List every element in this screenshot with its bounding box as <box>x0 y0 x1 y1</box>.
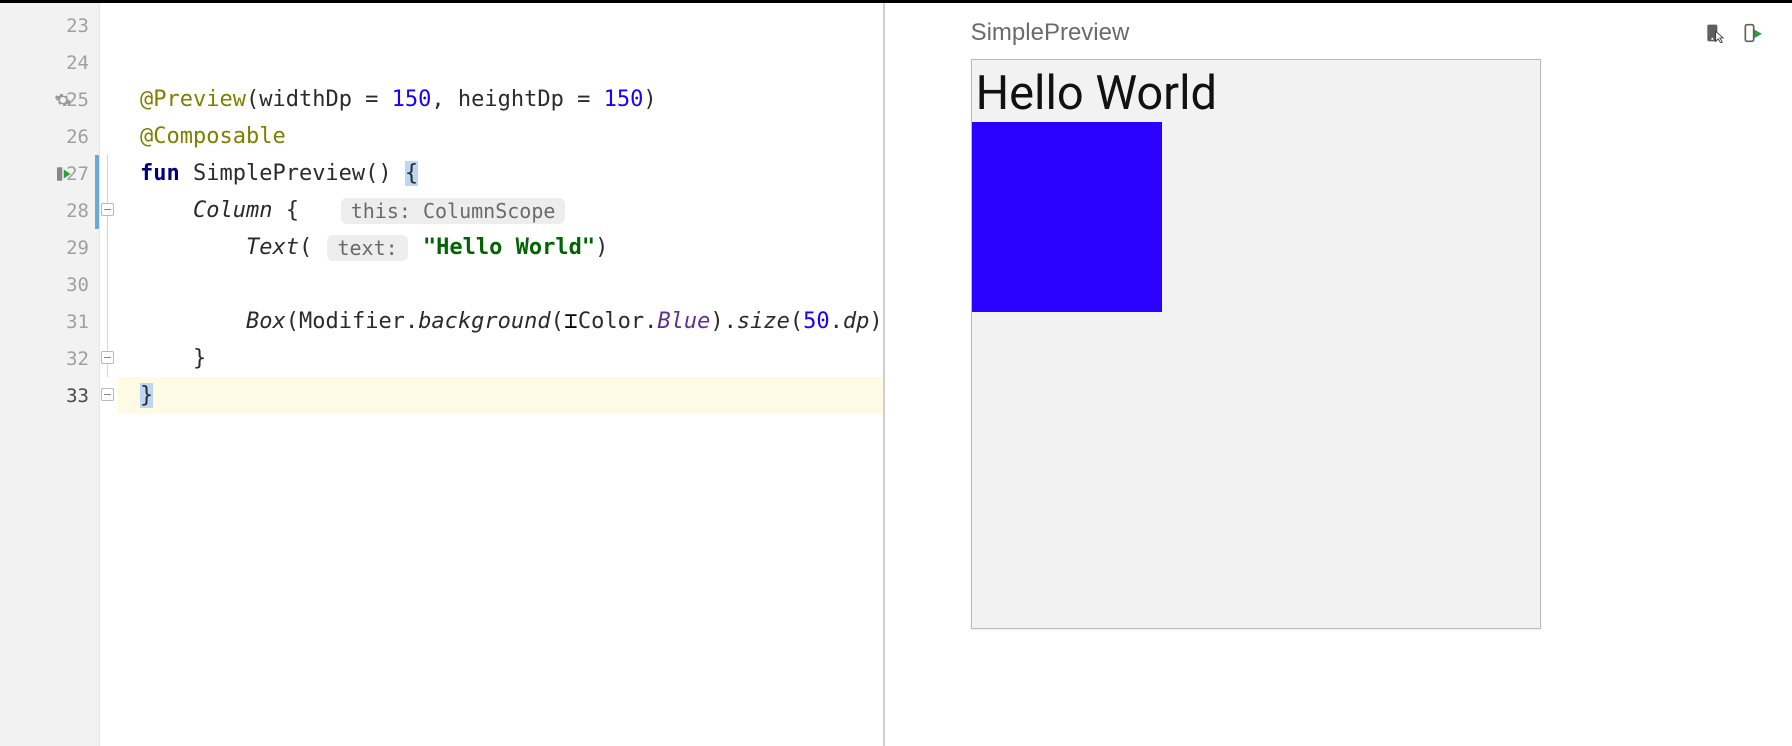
fold-handle-icon[interactable] <box>101 351 114 364</box>
line-number: 26 <box>66 126 89 148</box>
code-line: Text( text: "Hello World") <box>118 229 883 266</box>
preview-title: SimplePreview <box>971 19 1688 47</box>
code-editor-pane[interactable]: 23 24 25 26 27 28 29 30 31 32 33 <box>0 3 883 746</box>
interactive-preview-icon[interactable] <box>1702 21 1726 45</box>
preview-canvas[interactable]: Hello World <box>971 59 1541 629</box>
line-number: 29 <box>66 237 89 259</box>
code-line <box>118 44 883 81</box>
code-line: fun SimplePreview() { <box>118 155 883 192</box>
matched-brace: } <box>140 383 153 408</box>
fold-column <box>100 3 118 746</box>
line-number: 31 <box>66 311 89 333</box>
code-line: @Composable <box>118 118 883 155</box>
code-line <box>118 7 883 44</box>
code-line: Box(Modifier.background(⌶Color.Blue).siz… <box>118 303 883 340</box>
matched-brace: { <box>405 161 418 186</box>
code-line-current: } <box>118 377 883 414</box>
gear-icon[interactable] <box>54 91 72 109</box>
preview-header: SimplePreview <box>971 13 1764 53</box>
code-line: Column { this: ColumnScope <box>118 192 883 229</box>
fold-handle-icon[interactable] <box>101 388 114 401</box>
line-number: 30 <box>66 274 89 296</box>
line-number: 32 <box>66 348 89 370</box>
fold-handle-icon[interactable] <box>101 203 114 216</box>
run-gutter-icon[interactable] <box>54 165 72 183</box>
inlay-hint: text: <box>327 235 407 261</box>
preview-pane: SimplePreview Hello World <box>885 3 1792 746</box>
code-area[interactable]: @Preview(widthDp = 150, heightDp = 150) … <box>118 3 883 746</box>
code-line: } <box>118 340 883 377</box>
line-number: 24 <box>66 52 89 74</box>
line-number: 28 <box>66 200 89 222</box>
line-number: 33 <box>66 385 89 407</box>
deploy-preview-icon[interactable] <box>1740 21 1764 45</box>
code-line: @Preview(widthDp = 150, heightDp = 150) <box>118 81 883 118</box>
code-line <box>118 266 883 303</box>
line-number: 23 <box>66 15 89 37</box>
inlay-hint: this: ColumnScope <box>341 198 566 224</box>
text-cursor-icon: ⌶ <box>564 309 578 334</box>
preview-text: Hello World <box>972 60 1217 122</box>
change-marker <box>95 155 99 192</box>
change-marker <box>95 192 99 229</box>
preview-blue-box <box>972 122 1162 312</box>
editor-gutter[interactable]: 23 24 25 26 27 28 29 30 31 32 33 <box>0 3 100 746</box>
